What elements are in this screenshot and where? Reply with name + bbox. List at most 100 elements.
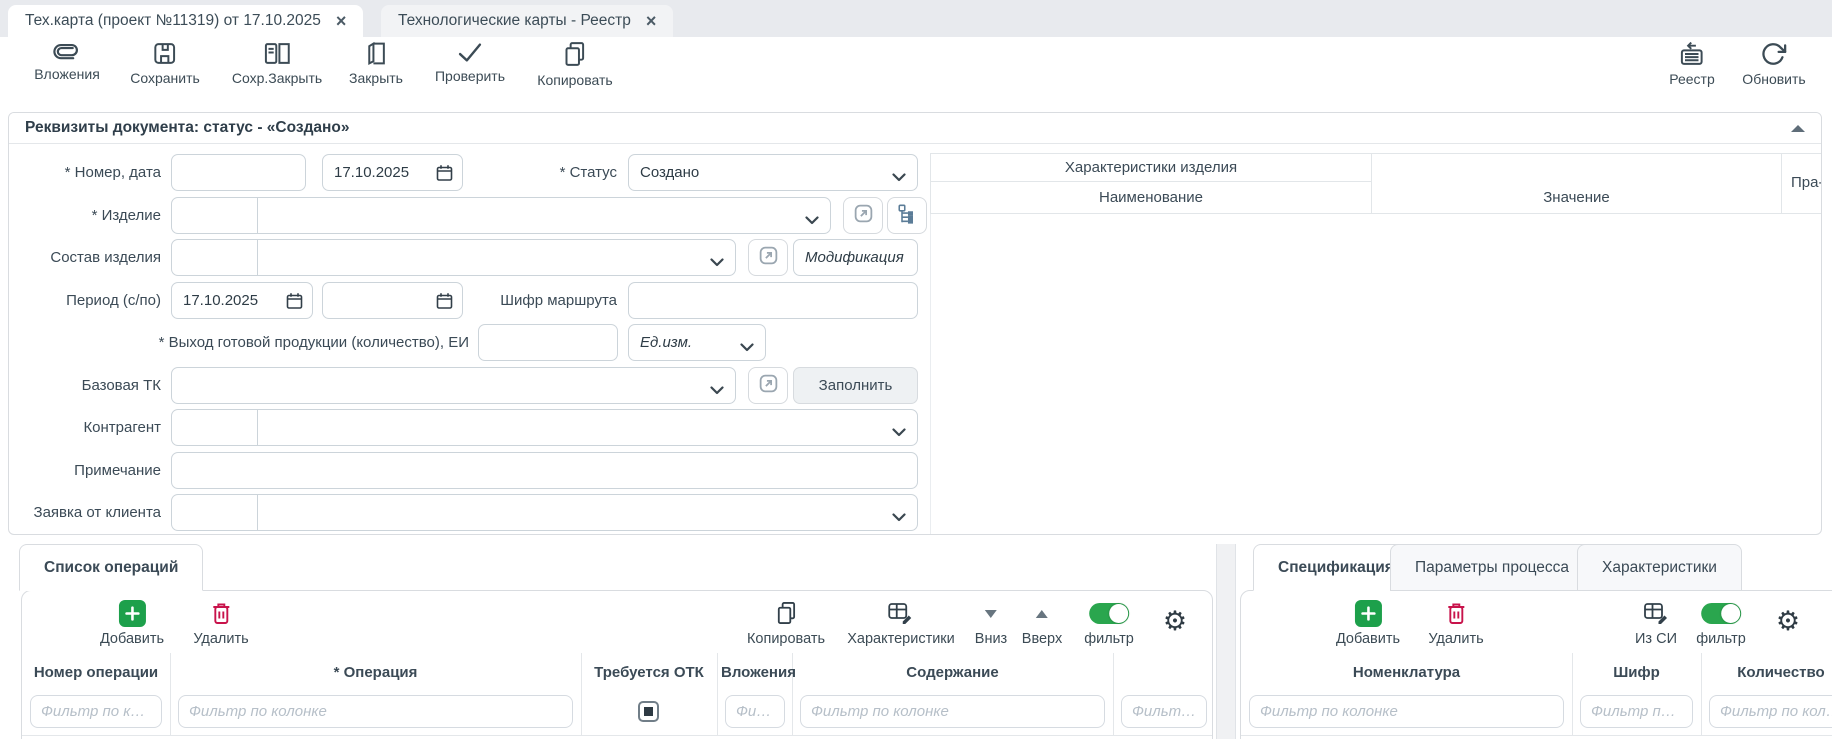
panel-splitter[interactable] [1216, 544, 1236, 739]
save-button[interactable]: Сохранить [130, 41, 200, 86]
process-parameters-tab-label: Параметры процесса [1415, 559, 1569, 577]
product-code-segment[interactable] [172, 198, 258, 233]
operations-characteristics-button[interactable]: Характеристики [847, 600, 955, 647]
gear-icon: ⚙ [1163, 608, 1187, 635]
attachments-label: Вложения [34, 66, 100, 82]
open-composition-button[interactable] [748, 239, 788, 276]
table-left-divider [930, 214, 931, 535]
period-from-input[interactable]: 17.10.2025 [171, 282, 313, 319]
base-tk-select[interactable] [171, 367, 736, 404]
open-product-button[interactable] [843, 197, 883, 234]
operations-characteristics-label: Характеристики [847, 631, 955, 647]
check-button[interactable]: Проверить [435, 41, 505, 84]
date-input[interactable]: 17.10.2025 [322, 154, 463, 191]
row-divider [22, 735, 1212, 736]
operations-add-button[interactable]: Добавить [100, 600, 164, 647]
characteristics-col-name: Наименование [931, 182, 1372, 214]
calendar-icon[interactable] [436, 292, 453, 314]
registry-button[interactable]: Реестр [1669, 41, 1715, 87]
filter-attachments-input[interactable] [725, 695, 785, 728]
copy-icon [774, 600, 797, 627]
operations-delete-button[interactable]: Удалить [193, 600, 248, 647]
operations-move-up-button[interactable]: Вверх [1022, 600, 1062, 647]
product-select[interactable] [171, 197, 831, 234]
collapse-panel-icon[interactable] [1791, 125, 1805, 132]
row-divider [1241, 735, 1832, 736]
operations-copy-button[interactable]: Копировать [747, 600, 825, 647]
note-input[interactable] [171, 452, 918, 489]
spec-settings-button[interactable]: ⚙ [1776, 608, 1800, 635]
unit-select[interactable]: Ед.изм. [628, 324, 766, 361]
tab-process-parameters[interactable]: Параметры процесса [1390, 544, 1594, 591]
tab-techcard[interactable]: Тех.карта (проект №11319) от 17.10.2025 … [8, 5, 363, 37]
client-request-code-segment[interactable] [172, 495, 258, 530]
spec-filter-toggle[interactable]: фильтр [1696, 600, 1746, 647]
client-request-select[interactable] [171, 494, 918, 531]
add-plus-icon [1355, 600, 1382, 627]
copy-document-button[interactable]: Копировать [537, 41, 612, 88]
close-icon[interactable]: × [646, 12, 657, 30]
spec-from-si-button[interactable]: Из СИ [1635, 600, 1677, 647]
status-select[interactable]: Создано [628, 154, 918, 191]
filter-operation-number-input[interactable] [30, 695, 162, 728]
number-input[interactable] [171, 154, 306, 191]
tab-operations-list[interactable]: Список операций [19, 544, 203, 591]
output-quantity-input[interactable] [478, 324, 618, 361]
filter-operation-input[interactable] [178, 695, 573, 728]
specification-panel: Добавить Удалить Из СИ фильтр ⚙ Номенкла… [1240, 590, 1832, 739]
characteristics-tab-label: Характеристики [1602, 559, 1717, 577]
characteristics-col-value: Значение [1372, 182, 1782, 214]
table-edit-icon [887, 600, 914, 627]
filter-extra-input[interactable] [1121, 695, 1207, 728]
product-label: * Изделие [9, 197, 161, 234]
toggle-on-icon[interactable] [1089, 603, 1129, 624]
triangle-down-icon [985, 610, 997, 618]
operations-panel: Добавить Удалить Копировать Характеристи… [21, 590, 1213, 739]
modification-input[interactable]: Модификация [793, 239, 918, 276]
operations-filter-toggle[interactable]: фильтр [1084, 600, 1134, 647]
open-in-icon [758, 245, 779, 270]
fill-button[interactable]: Заполнить [793, 367, 918, 404]
operations-move-down-button[interactable]: Вниз [975, 600, 1007, 647]
spec-add-button[interactable]: Добавить [1336, 600, 1400, 647]
composition-code-segment[interactable] [172, 240, 258, 275]
close-icon[interactable]: × [336, 12, 347, 30]
contractor-code-segment[interactable] [172, 410, 258, 445]
col-nomenclature: Номенклатура [1241, 653, 1572, 693]
spec-from-si-label: Из СИ [1635, 631, 1677, 647]
toggle-on-icon[interactable] [1701, 603, 1741, 624]
close-document-label: Закрыть [349, 70, 403, 86]
tab-characteristics[interactable]: Характеристики [1577, 544, 1742, 591]
calendar-icon[interactable] [286, 292, 303, 314]
attachments-button[interactable]: Вложения [34, 41, 100, 82]
filter-nomenclature-input[interactable] [1249, 695, 1564, 728]
spec-delete-button[interactable]: Удалить [1428, 600, 1483, 647]
tab-registry[interactable]: Технологические карты - Реестр × [381, 5, 673, 37]
open-base-tk-button[interactable] [748, 367, 788, 404]
product-characteristics-table: Характеристики изделия Пра-вить Наименов… [930, 153, 1822, 214]
close-document-button[interactable]: Закрыть [349, 41, 403, 86]
tab-registry-label: Технологические карты - Реестр [398, 12, 631, 30]
contractor-select[interactable] [171, 409, 918, 446]
characteristics-header-spacer [1372, 154, 1782, 182]
period-from-value: 17.10.2025 [183, 283, 258, 318]
product-tree-button[interactable] [887, 197, 927, 234]
refresh-icon [1761, 41, 1787, 67]
top-tab-bar: Тех.карта (проект №11319) от 17.10.2025 … [0, 0, 1832, 37]
refresh-button[interactable]: Обновить [1742, 41, 1805, 87]
composition-select[interactable] [171, 239, 736, 276]
filter-code-input[interactable] [1580, 695, 1693, 728]
registry-label: Реестр [1669, 71, 1715, 87]
chevron-down-icon [892, 169, 906, 186]
col-code: Шифр [1572, 653, 1701, 693]
save-close-button[interactable]: Сохр.Закрыть [232, 41, 322, 86]
filter-otk-checkbox[interactable] [638, 701, 659, 722]
route-code-input[interactable] [628, 282, 918, 319]
col-attachments: Вложения [717, 653, 796, 693]
calendar-icon[interactable] [436, 164, 453, 186]
filter-content-input[interactable] [800, 695, 1105, 728]
refresh-label: Обновить [1742, 71, 1805, 87]
filter-quantity-input[interactable] [1709, 695, 1832, 728]
period-to-input[interactable] [322, 282, 463, 319]
operations-settings-button[interactable]: ⚙ [1163, 608, 1187, 635]
